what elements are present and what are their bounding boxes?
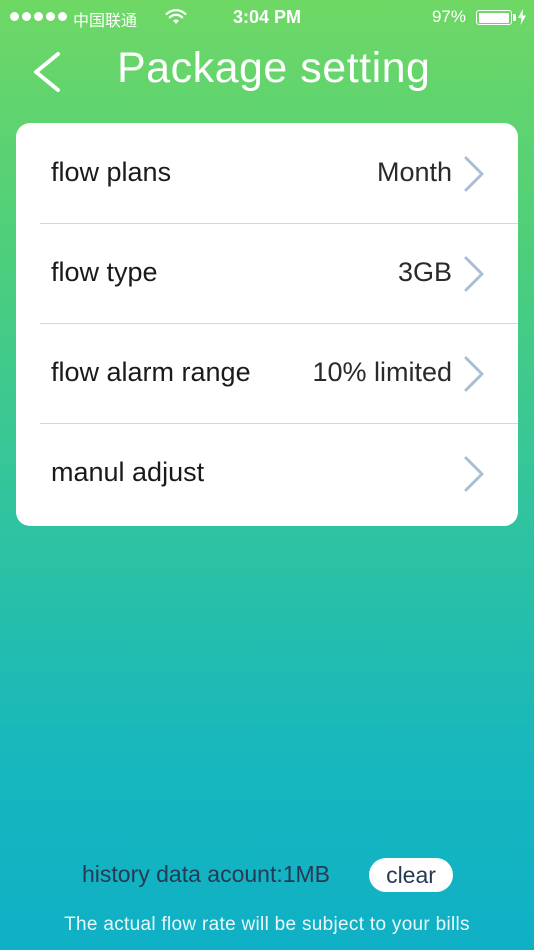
setting-value: 10% limited [312,357,452,387]
setting-label: flow plans [51,157,172,187]
header: Package setting [0,34,534,114]
back-button[interactable] [28,50,68,94]
chevron-right-icon [464,456,484,492]
battery-icon [476,10,512,25]
setting-row-flow-type[interactable]: flow type 3GB [16,223,518,323]
setting-label: flow alarm range [51,357,251,387]
chevron-right-icon [464,356,484,392]
setting-row-flow-plans[interactable]: flow plans Month [16,123,518,223]
setting-value: 3GB [397,257,452,287]
chevron-right-icon [464,156,484,192]
setting-row-flow-alarm-range[interactable]: flow alarm range 10% limited [16,323,518,423]
disclaimer-text: The actual flow rate will be subject to … [64,914,470,935]
page-title: Package setting [117,44,431,92]
chevron-left-icon [34,52,60,92]
battery-percent: 97% [431,7,466,26]
setting-label: manul adjust [51,457,205,487]
settings-card: flow plans Month flow type 3GB flow alar… [16,123,518,526]
status-bar: 中国联通 3:04 PM 97% [0,0,534,34]
chevron-right-icon [464,256,484,292]
setting-row-manual-adjust[interactable]: manul adjust [16,423,518,523]
setting-value: Month [376,157,452,187]
setting-label: flow type [51,257,158,287]
history-data-text: history data acount:1MB [82,861,331,887]
clear-button[interactable]: clear [369,858,453,892]
charging-bolt-icon [518,9,526,25]
battery-cap [513,14,516,21]
